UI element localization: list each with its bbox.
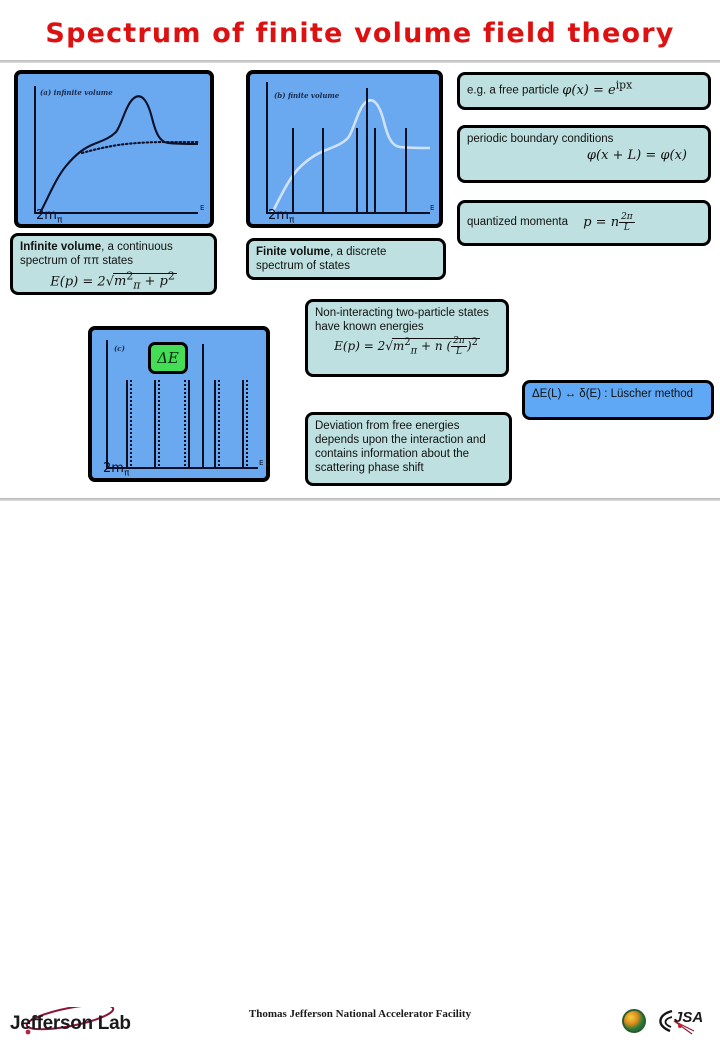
callout-infinite-volume: Infinite volume, a continuous spectrum o…	[10, 233, 217, 295]
interacting-level-line	[242, 380, 244, 468]
panel-c-y-axis	[106, 340, 108, 468]
free-level-line	[246, 380, 248, 468]
callout-periodic-boundary: periodic boundary conditions φ(x + L) = …	[457, 125, 711, 183]
spectrum-line	[292, 128, 294, 213]
callout-finite-volume: Finite volume, a discrete spectrum of st…	[246, 238, 446, 280]
quantized-equation: p = n 2π L	[583, 212, 635, 233]
panel-a-curve	[39, 95, 200, 214]
free-level-line	[218, 380, 220, 468]
free-level-line	[130, 380, 132, 468]
spectrum-line	[266, 82, 268, 213]
spectrum-line	[405, 128, 407, 213]
callout-finite-volume-bold: Finite volume	[256, 246, 331, 258]
free-level-line	[158, 380, 160, 468]
delta-e-label: ΔE	[157, 349, 179, 367]
panel-b-threshold-label: 2mπ	[268, 208, 295, 226]
spectrum-line	[374, 128, 376, 213]
panel-c-threshold-label: 2mπ	[103, 461, 130, 479]
title-divider	[0, 60, 720, 63]
panel-c-axis-label: E	[259, 459, 264, 467]
panel-a-threshold-label: 2mπ	[36, 208, 63, 226]
facility-name: Thomas Jefferson National Accelerator Fa…	[248, 1008, 472, 1020]
callout-luscher-method: ΔE(L) ↔ δ(E) : Lüscher method	[522, 380, 714, 420]
interacting-level-line	[126, 380, 128, 468]
page-title: Spectrum of finite volume field theory	[45, 18, 675, 49]
panel-b-axis-label: E	[430, 204, 435, 212]
callout-free-particle: e.g. a free particle φ(x) = eipx	[457, 72, 711, 110]
callout-quantized-momenta: quantized momenta p = n 2π L	[457, 200, 711, 246]
callout-periodic-text: periodic boundary conditions	[467, 133, 614, 145]
delta-e-callout: ΔE	[148, 342, 188, 374]
doe-seal-icon	[622, 1009, 646, 1033]
panel-b-faded-curve	[270, 99, 431, 214]
spectrum-line	[366, 88, 368, 213]
callout-non-interacting-text: Non-interacting two-particle states have…	[315, 307, 489, 333]
interacting-level-line	[202, 344, 204, 468]
infinite-volume-equation: E(p) = 2√m2π + p2	[50, 270, 177, 292]
jsa-label: JSA	[674, 1009, 704, 1026]
plot-panel-infinite-volume: (a) infinite volume E	[14, 70, 214, 228]
callout-free-particle-text: e.g. a free particle	[467, 84, 560, 97]
spectrum-line	[322, 128, 324, 213]
periodic-equation: φ(x + L) = φ(x)	[586, 148, 687, 163]
free-particle-equation: φ(x) = eipx	[562, 79, 633, 99]
panel-c-label: (c)	[114, 344, 125, 353]
footer: Jefferson Lab Thomas Jefferson National …	[0, 501, 720, 1035]
callout-deviation-phase-shift: Deviation from free energies depends upo…	[305, 412, 512, 486]
non-interacting-equation: E(p) = 2√m2π + n (2π L)2	[334, 336, 480, 357]
callout-non-interacting-states: Non-interacting two-particle states have…	[305, 299, 509, 377]
panel-a-axis-label: E	[200, 204, 205, 212]
callout-infinite-volume-bold: Infinite volume	[20, 241, 102, 253]
free-level-line	[184, 380, 186, 468]
jsa-logo: JSA	[652, 1007, 714, 1035]
interacting-level-line	[188, 380, 190, 468]
plot-panel-finite-volume: (b) finite volume E	[246, 70, 443, 228]
interacting-level-line	[214, 380, 216, 468]
spectrum-line	[356, 128, 358, 213]
interacting-level-line	[154, 380, 156, 468]
callout-quantized-text: quantized momenta	[467, 216, 569, 228]
